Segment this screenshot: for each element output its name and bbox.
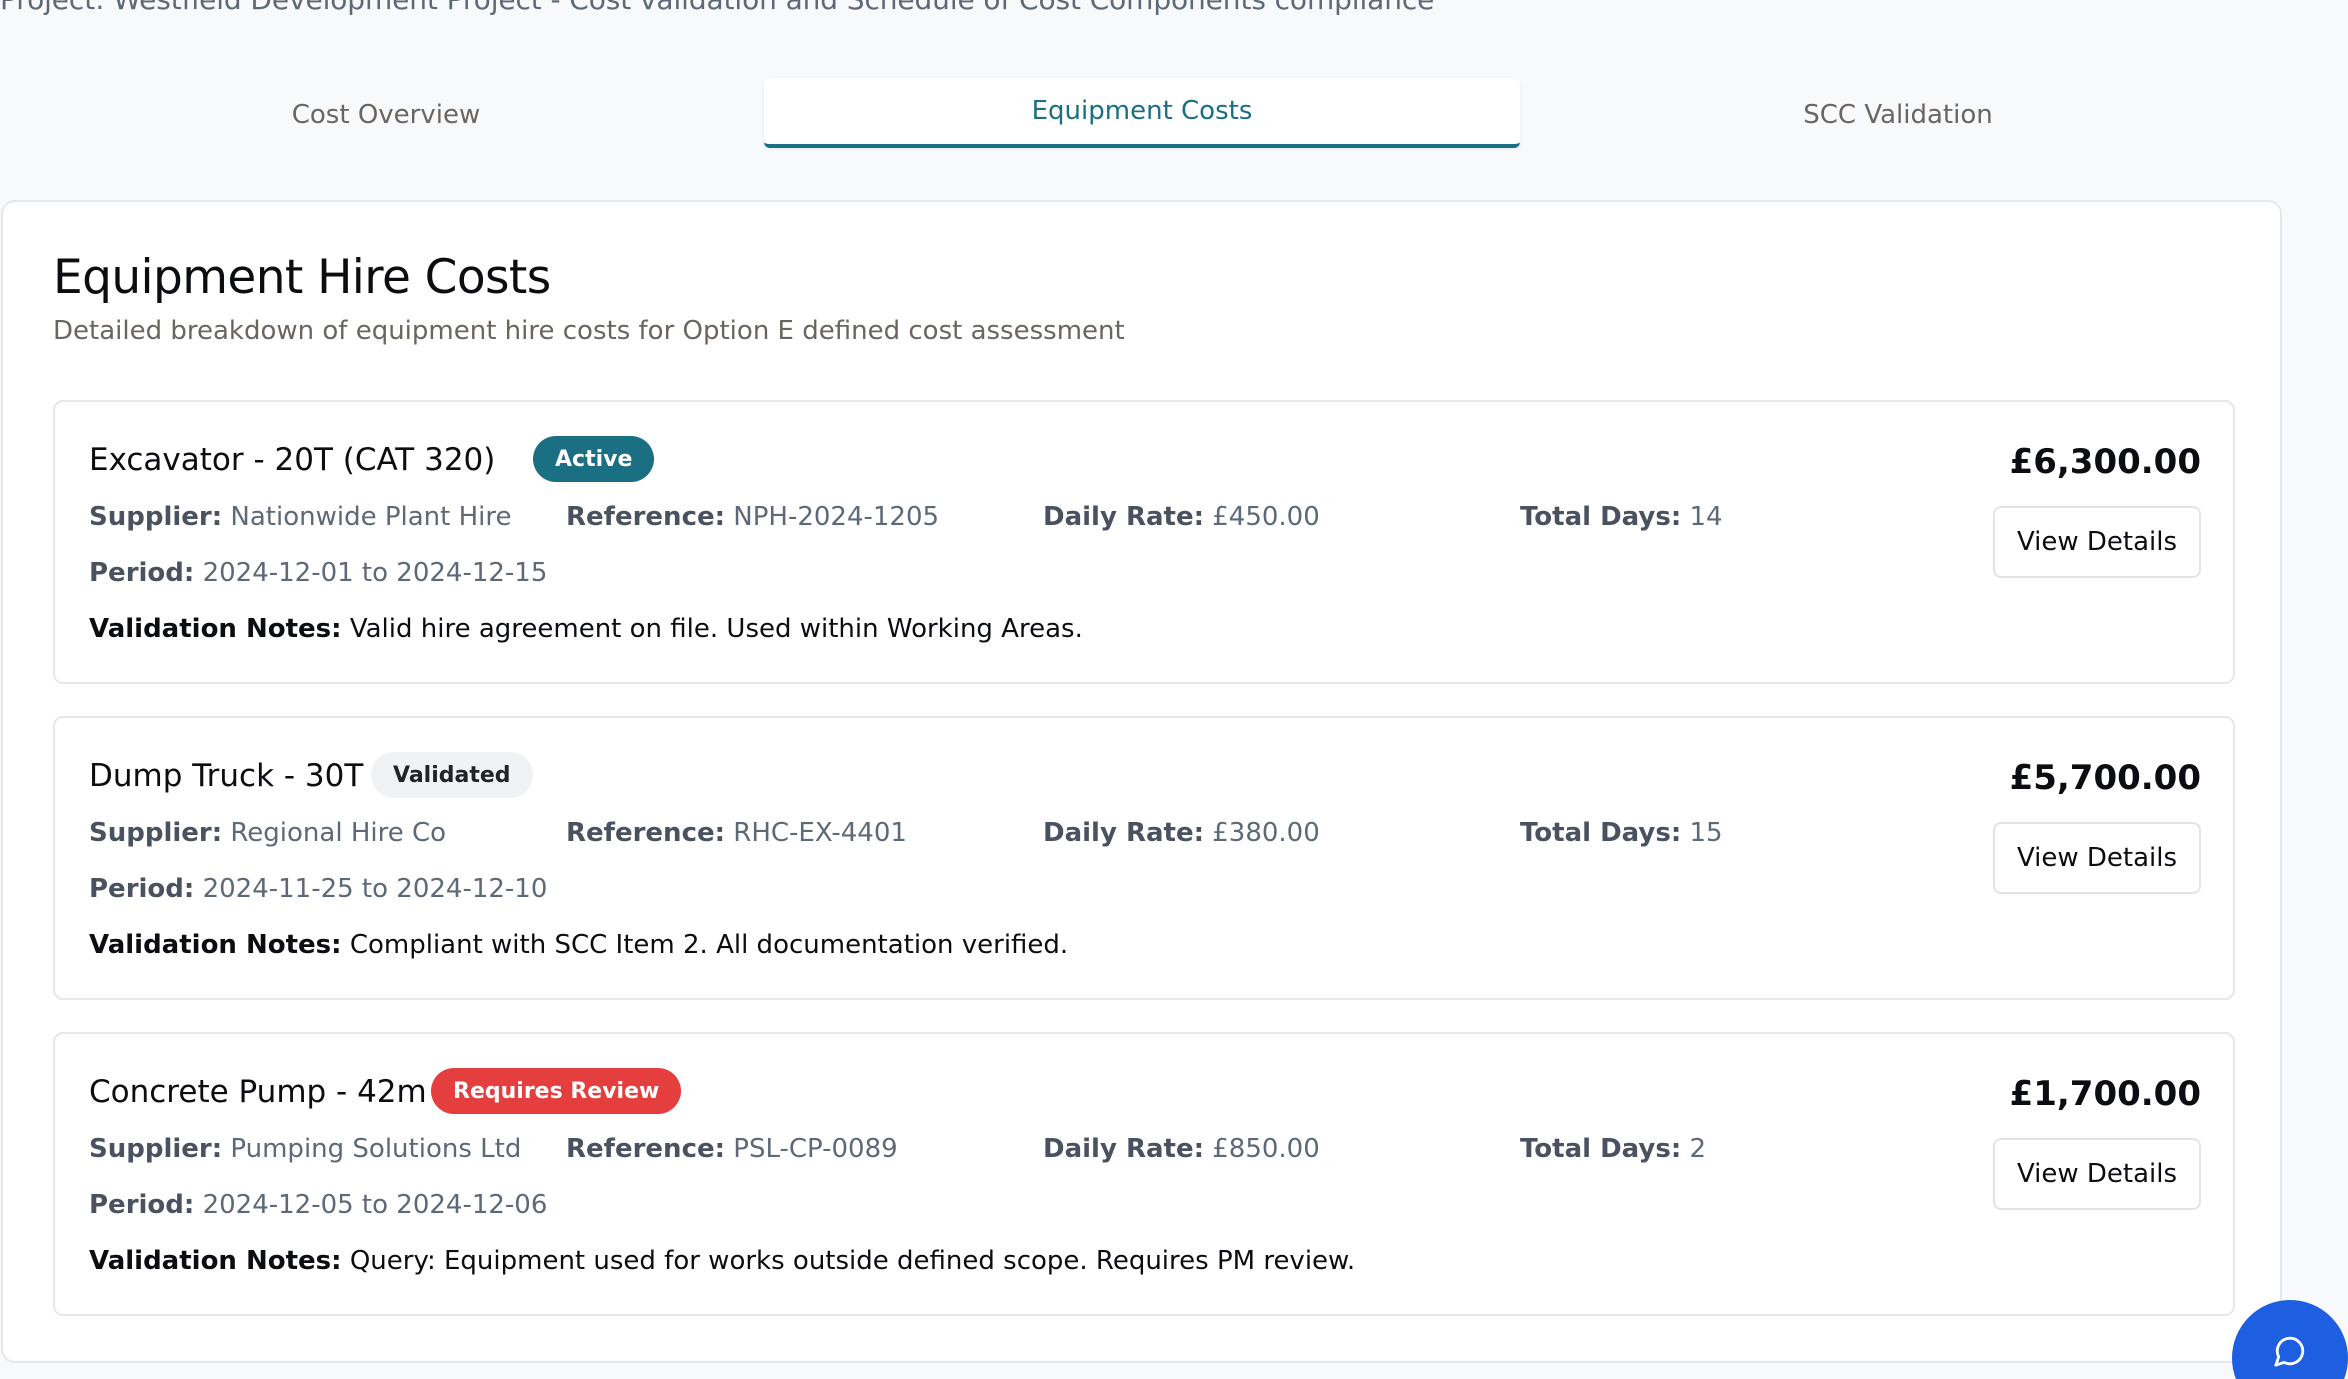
reference-field: Reference: RHC-EX-4401 <box>566 818 907 848</box>
total-days-label: Total Days: <box>1520 502 1682 532</box>
total-amount: £1,700.00 <box>2009 1074 2201 1114</box>
reference-value: RHC-EX-4401 <box>733 818 907 848</box>
period-value: 2024-11-25 to 2024-12-10 <box>202 874 548 904</box>
total-amount: £6,300.00 <box>2009 442 2201 482</box>
validation-notes: Validation Notes: Valid hire agreement o… <box>89 614 1083 644</box>
validation-notes-label: Validation Notes: <box>89 614 342 644</box>
page: Project: Westfield Development Project -… <box>0 0 2348 1379</box>
reference-field: Reference: NPH-2024-1205 <box>566 502 939 532</box>
total-days-value: 2 <box>1689 1134 1707 1164</box>
total-days-value: 14 <box>1689 502 1723 532</box>
reference-label: Reference: <box>566 818 726 848</box>
panel-subtitle: Detailed breakdown of equipment hire cos… <box>53 316 1125 346</box>
reference-label: Reference: <box>566 1134 726 1164</box>
tab-cost-overview[interactable]: Cost Overview <box>8 80 764 150</box>
total-days-label: Total Days: <box>1520 1134 1682 1164</box>
total-days-field: Total Days: 14 <box>1520 502 1723 532</box>
status-badge: Active <box>533 436 655 482</box>
supplier-field: Supplier: Pumping Solutions Ltd <box>89 1134 521 1164</box>
validation-notes: Validation Notes: Query: Equipment used … <box>89 1246 1355 1276</box>
period-field: Period: 2024-11-25 to 2024-12-10 <box>89 874 547 904</box>
total-days-value: 15 <box>1689 818 1723 848</box>
validation-notes-value: Query: Equipment used for works outside … <box>349 1246 1356 1276</box>
view-details-button[interactable]: View Details <box>1993 822 2201 894</box>
supplier-field: Supplier: Regional Hire Co <box>89 818 446 848</box>
reference-value: PSL-CP-0089 <box>733 1134 898 1164</box>
supplier-label: Supplier: <box>89 818 223 848</box>
view-details-button[interactable]: View Details <box>1993 1138 2201 1210</box>
period-label: Period: <box>89 874 195 904</box>
validation-notes: Validation Notes: Compliant with SCC Ite… <box>89 930 1068 960</box>
daily-rate-field: Daily Rate: £850.00 <box>1043 1134 1320 1164</box>
reference-value: NPH-2024-1205 <box>733 502 940 532</box>
project-subtitle: Project: Westfield Development Project -… <box>0 0 1434 16</box>
tab-scc-validation[interactable]: SCC Validation <box>1520 80 2276 150</box>
daily-rate-value: £450.00 <box>1212 502 1320 532</box>
panel-title: Equipment Hire Costs <box>53 250 551 305</box>
tab-equipment-costs[interactable]: Equipment Costs <box>764 78 1520 148</box>
equipment-name: Dump Truck - 30T <box>89 758 364 794</box>
equipment-card: Dump Truck - 30T Validated Supplier: Reg… <box>53 716 2235 1000</box>
total-days-label: Total Days: <box>1520 818 1682 848</box>
daily-rate-value: £850.00 <box>1212 1134 1320 1164</box>
supplier-field: Supplier: Nationwide Plant Hire <box>89 502 512 532</box>
validation-notes-label: Validation Notes: <box>89 930 342 960</box>
view-details-button[interactable]: View Details <box>1993 506 2201 578</box>
total-days-field: Total Days: 2 <box>1520 1134 1706 1164</box>
daily-rate-label: Daily Rate: <box>1043 502 1204 532</box>
reference-label: Reference: <box>566 502 726 532</box>
daily-rate-field: Daily Rate: £450.00 <box>1043 502 1320 532</box>
chat-bubble-icon <box>2273 1334 2307 1372</box>
equipment-card: Excavator - 20T (CAT 320) Active Supplie… <box>53 400 2235 684</box>
daily-rate-value: £380.00 <box>1212 818 1320 848</box>
supplier-label: Supplier: <box>89 1134 223 1164</box>
supplier-label: Supplier: <box>89 502 223 532</box>
supplier-value: Pumping Solutions Ltd <box>230 1134 522 1164</box>
period-field: Period: 2024-12-01 to 2024-12-15 <box>89 558 547 588</box>
daily-rate-label: Daily Rate: <box>1043 1134 1204 1164</box>
daily-rate-label: Daily Rate: <box>1043 818 1204 848</box>
total-days-field: Total Days: 15 <box>1520 818 1723 848</box>
supplier-value: Regional Hire Co <box>230 818 447 848</box>
period-value: 2024-12-01 to 2024-12-15 <box>202 558 548 588</box>
period-label: Period: <box>89 1190 195 1220</box>
daily-rate-field: Daily Rate: £380.00 <box>1043 818 1320 848</box>
status-badge: Requires Review <box>431 1068 682 1114</box>
equipment-panel: Equipment Hire Costs Detailed breakdown … <box>1 200 2282 1363</box>
tab-bar: Cost Overview Equipment Costs SCC Valida… <box>0 78 2282 150</box>
validation-notes-value: Compliant with SCC Item 2. All documenta… <box>349 930 1069 960</box>
validation-notes-label: Validation Notes: <box>89 1246 342 1276</box>
total-amount: £5,700.00 <box>2009 758 2201 798</box>
period-label: Period: <box>89 558 195 588</box>
equipment-card: Concrete Pump - 42m Requires Review Supp… <box>53 1032 2235 1316</box>
period-value: 2024-12-05 to 2024-12-06 <box>202 1190 548 1220</box>
status-badge: Validated <box>371 752 533 798</box>
validation-notes-value: Valid hire agreement on file. Used withi… <box>349 614 1083 644</box>
equipment-name: Excavator - 20T (CAT 320) <box>89 442 496 478</box>
period-field: Period: 2024-12-05 to 2024-12-06 <box>89 1190 547 1220</box>
equipment-name: Concrete Pump - 42m <box>89 1074 427 1110</box>
reference-field: Reference: PSL-CP-0089 <box>566 1134 898 1164</box>
supplier-value: Nationwide Plant Hire <box>230 502 512 532</box>
